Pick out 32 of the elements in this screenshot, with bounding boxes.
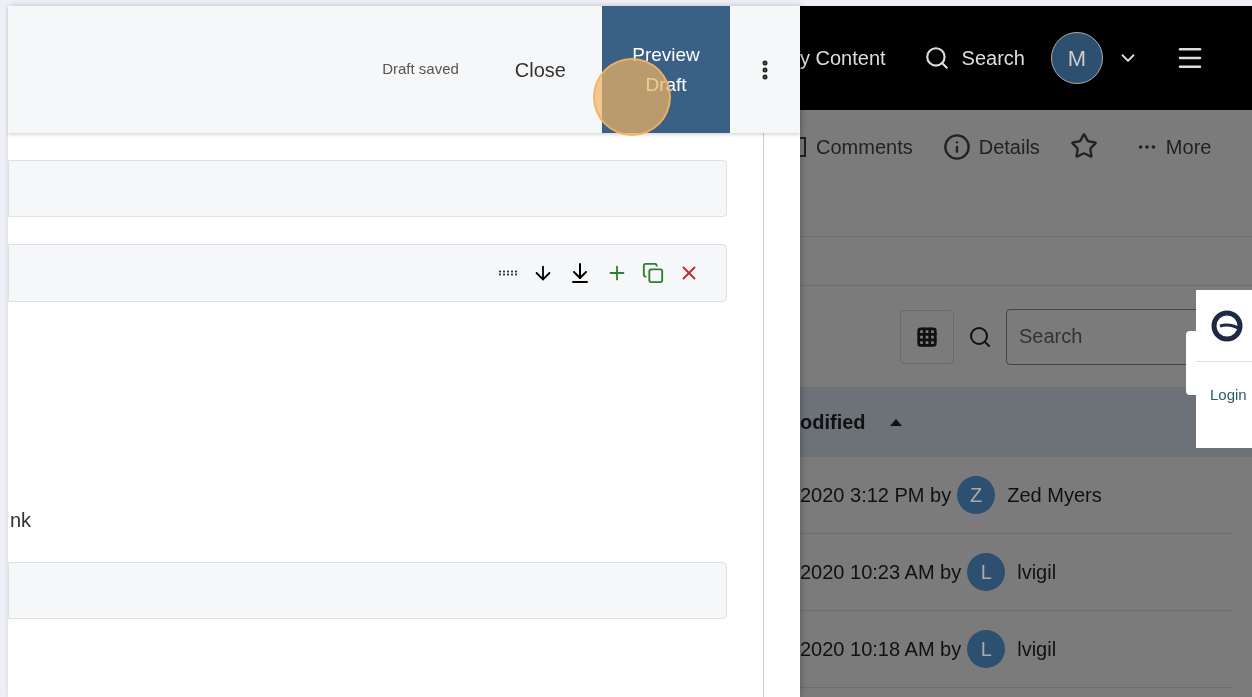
user-avatar: L (967, 553, 1006, 591)
draft-status: Draft saved (382, 59, 459, 80)
action-link[interactable]: Details (978, 132, 1040, 162)
column-header[interactable]: odified (800, 407, 866, 437)
close-button[interactable]: Close (514, 54, 566, 85)
nav-link[interactable]: y Content (800, 43, 886, 73)
user-avatar: Z (957, 476, 996, 514)
table-cell-text: 2020 10:18 AM by (800, 637, 962, 662)
action-link[interactable]: Comments (816, 132, 913, 162)
user-name: lvigil (1017, 560, 1057, 585)
search-icon (968, 324, 992, 349)
user-avatar[interactable]: M (1051, 32, 1103, 84)
grid-icon (916, 325, 938, 348)
comment-icon (800, 137, 806, 157)
table-cell-text: 2020 10:23 AM by (800, 560, 962, 585)
user-avatar: L (967, 630, 1006, 668)
duplicate-icon[interactable] (642, 262, 664, 284)
user-name: Zed Myers (1007, 483, 1102, 508)
drag-handle-icon[interactable] (498, 270, 518, 276)
logo-icon (1210, 308, 1244, 343)
grid-view-button[interactable] (900, 309, 954, 364)
text-field[interactable] (8, 160, 727, 217)
action-link[interactable]: More (1165, 132, 1212, 162)
user-name: lvigil (1017, 637, 1057, 662)
table-cell-text: 2020 3:12 PM by (800, 483, 952, 508)
nav-search-link[interactable]: Search (961, 43, 1025, 73)
text-field[interactable] (8, 562, 727, 619)
login-link[interactable]: Login (1196, 384, 1252, 407)
info-icon[interactable] (942, 133, 971, 161)
field-label: nk (10, 508, 33, 533)
star-icon[interactable] (1069, 132, 1098, 160)
search-icon[interactable] (923, 45, 950, 71)
